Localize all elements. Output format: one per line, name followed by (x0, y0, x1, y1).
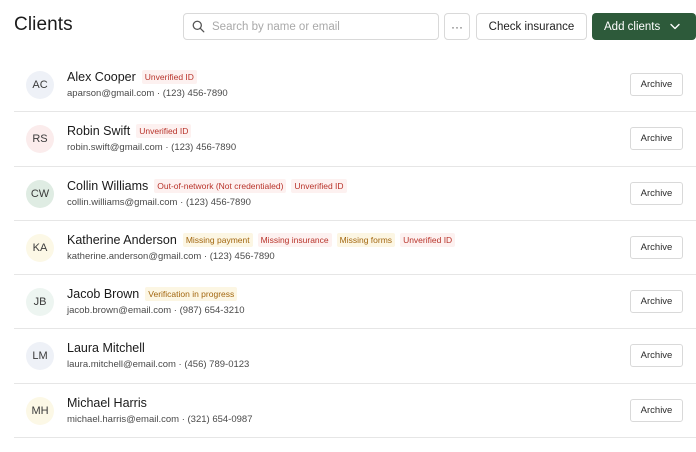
client-email: collin.williams@gmail.com (67, 196, 178, 208)
status-badge: Out-of-network (Not credentialed) (154, 178, 287, 193)
chevron-down-icon (670, 23, 680, 30)
contact-separator: · (154, 88, 163, 99)
archive-button[interactable]: Archive (630, 235, 683, 259)
status-badge: Unverified ID (291, 178, 347, 193)
client-row[interactable]: AC Alex Cooper Unverified ID aparson@gmail.… (14, 58, 696, 113)
more-options-button[interactable]: ··· (444, 13, 470, 40)
client-row[interactable]: CW Collin Williams Out-of-network (Not cre… (14, 167, 696, 221)
client-name-line: Robin Swift Unverified ID (67, 124, 192, 139)
status-badge: Missing insurance (257, 232, 332, 247)
status-badge: Unverified ID (141, 70, 197, 84)
add-clients-label: Add clients (604, 20, 661, 33)
contact-separator: · (179, 413, 188, 425)
avatar: JB (26, 288, 54, 317)
client-phone: (987) 654-3210 (179, 305, 245, 317)
client-name-line: Michael Harris (67, 396, 147, 410)
client-row[interactable]: LM Laura Mitchell laura.mitchell@email.com… (14, 329, 696, 384)
status-badge: Unverified ID (400, 232, 456, 247)
client-name[interactable]: Katherine Anderson (67, 233, 177, 247)
client-row[interactable]: RS Robin Swift Unverified ID robin.swift@gm… (14, 112, 696, 167)
client-list: AC Alex Cooper Unverified ID aparson@gmail.… (14, 58, 696, 439)
client-contact: robin.swift@gmail.com · (123) 456-7890 (67, 142, 236, 153)
client-row[interactable]: JB Jacob Brown Verification in progress jac… (14, 275, 696, 330)
client-phone: (321) 654-0987 (187, 413, 253, 425)
client-contact: laura.mitchell@email.com · (456) 789-012… (67, 359, 249, 370)
client-name-line: Jacob Brown Verification in progress (67, 287, 238, 302)
archive-button[interactable]: Archive (630, 181, 683, 205)
client-phone: (123) 456-7890 (162, 88, 228, 99)
client-name[interactable]: Jacob Brown (67, 287, 139, 301)
search-icon (192, 20, 205, 33)
client-contact: jacob.brown@email.com · (987) 654-3210 (67, 305, 245, 316)
archive-button[interactable]: Archive (630, 344, 683, 368)
client-contact: aparson@gmail.com · (123) 456-7890 (67, 88, 228, 99)
client-email: katherine.anderson@gmail.com (67, 250, 202, 262)
avatar: AC (26, 71, 54, 99)
client-email: robin.swift@gmail.com (67, 142, 163, 154)
client-name-line: Katherine Anderson Missing payment Missing… (67, 232, 456, 247)
client-contact: collin.williams@gmail.com · (123) 456-78… (67, 197, 251, 208)
archive-button[interactable]: Archive (630, 73, 683, 96)
client-email: aparson@gmail.com (67, 88, 155, 99)
archive-button[interactable]: Archive (630, 290, 683, 314)
client-phone: (123) 456-7890 (171, 142, 237, 154)
status-badge: Missing payment (182, 232, 253, 247)
client-name-line: Collin Williams Out-of-network (Not crede… (67, 178, 347, 193)
client-name[interactable]: Alex Cooper (67, 70, 136, 84)
client-name[interactable]: Collin Williams (67, 179, 148, 193)
client-row[interactable]: KA Katherine Anderson Missing payment Missi… (14, 221, 696, 276)
status-badge: Verification in progress (145, 287, 238, 302)
client-name-line: Alex Cooper Unverified ID (67, 70, 197, 84)
avatar: MH (26, 396, 54, 425)
client-row[interactable]: MH Michael Harris michael.harris@email.com… (14, 384, 696, 439)
add-clients-button[interactable]: Add clients (592, 13, 696, 40)
status-badge: Missing forms (336, 232, 396, 247)
client-email: jacob.brown@email.com (67, 305, 172, 317)
client-phone: (123) 456-7890 (209, 250, 275, 262)
contact-separator: · (177, 196, 186, 208)
client-email: michael.harris@email.com (67, 413, 180, 425)
search-box[interactable] (183, 13, 439, 40)
page-header: Clients ··· Check insurance Add clients (0, 0, 696, 56)
client-name-line: Laura Mitchell (67, 341, 145, 355)
client-name[interactable]: Michael Harris (67, 396, 147, 410)
client-name[interactable]: Laura Mitchell (67, 341, 145, 355)
check-insurance-button[interactable]: Check insurance (476, 13, 587, 40)
avatar: LM (26, 342, 54, 371)
avatar: RS (26, 125, 54, 154)
contact-separator: · (162, 142, 172, 154)
client-contact: michael.harris@email.com · (321) 654-098… (67, 414, 252, 425)
archive-button[interactable]: Archive (630, 127, 683, 151)
contact-separator: · (171, 305, 180, 317)
client-contact: katherine.anderson@gmail.com · (123) 456… (67, 251, 275, 262)
client-name[interactable]: Robin Swift (67, 124, 130, 138)
client-email: laura.mitchell@email.com (67, 359, 176, 371)
archive-button[interactable]: Archive (630, 398, 683, 422)
avatar: CW (26, 179, 54, 208)
search-input[interactable] (212, 20, 432, 33)
contact-separator: · (201, 250, 210, 262)
client-phone: (456) 789-0123 (184, 359, 250, 371)
client-phone: (123) 456-7890 (185, 196, 251, 208)
avatar: KA (26, 233, 54, 262)
page-title: Clients (14, 14, 73, 35)
status-badge: Unverified ID (136, 124, 192, 139)
